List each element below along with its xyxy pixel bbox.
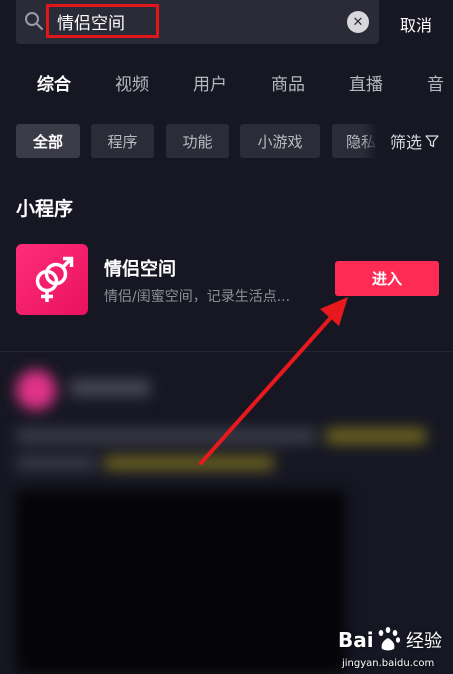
tab-all[interactable]: 综合 [18,70,90,106]
svg-text:Bai: Bai [338,628,374,652]
filter-chip-minigame[interactable]: 小游戏 [240,124,320,158]
filter-button[interactable]: 筛选 [376,122,453,160]
tab-products[interactable]: 商品 [271,70,305,95]
tab-live[interactable]: 直播 [349,70,383,95]
baidu-jingyan-logo: Bai 经验 [338,627,442,652]
filter-label: 筛选 [389,133,422,152]
blurred-caption-highlight [326,428,426,444]
section-divider [0,351,453,352]
funnel-icon [425,135,439,148]
tab-users[interactable]: 用户 [193,70,227,95]
blurred-username [70,380,150,396]
clear-icon[interactable]: ✕ [347,11,369,33]
app-name[interactable]: 情侣空间 [104,255,176,281]
filter-bar: 全部 程序 功能 小游戏 隐私 筛选 [0,122,453,160]
blurred-caption-line [16,428,316,444]
filter-chip-program[interactable]: 程序 [91,124,154,158]
baidu-jingyan-watermark: Bai 经验 jingyan.baidu.com [338,623,450,673]
gender-symbols-icon [35,256,74,302]
blurred-avatar [16,370,56,410]
section-title: 小程序 [16,198,74,220]
filter-chip-function[interactable]: 功能 [166,124,229,158]
filter-chip-all[interactable]: 全部 [16,124,80,158]
tab-music[interactable]: 音 [427,70,444,95]
blurred-caption-line-2 [16,456,96,470]
search-input[interactable]: 情侣空间 [46,4,159,38]
search-icon [25,12,43,30]
app-description: 情侣/闺蜜空间，记录生活点... [104,289,291,305]
enter-button[interactable]: 进入 [335,261,439,296]
couple-space-app-icon[interactable] [16,244,88,315]
tab-bar: 综合 视频 用户 商品 直播 音 [0,58,453,106]
search-query: 情侣空间 [57,13,125,34]
cancel-button[interactable]: 取消 [400,12,432,36]
svg-text:经验: 经验 [406,631,442,652]
search-bar[interactable]: 情侣空间 ✕ [16,0,379,44]
blurred-caption-highlight-2 [104,456,274,470]
blurred-video-thumbnail [16,490,346,674]
tab-video[interactable]: 视频 [115,70,149,95]
watermark-url: jingyan.baidu.com [342,658,435,669]
